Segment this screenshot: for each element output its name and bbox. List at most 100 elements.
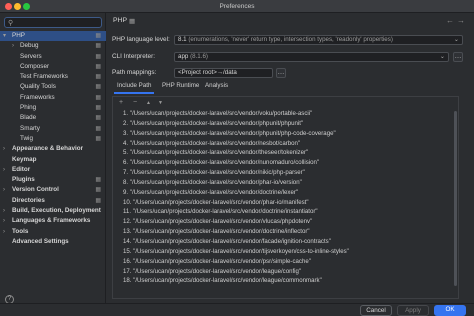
interpreter-browse-button[interactable]: … <box>453 52 463 62</box>
settings-sidebar: ⚲ ▾ PHP ▦ › Debug ▦ Servers ▦ Composer ▦ Test Fram… <box>0 13 106 304</box>
include-path-panel: + − ▲ ▼ 1. "/Users/ucan/projects/docker-… <box>112 96 459 299</box>
sidebar-item-label: Blade <box>20 114 37 122</box>
forward-arrow-icon[interactable]: → <box>457 16 465 25</box>
sidebar-item[interactable]: › Build, Execution, Deployment <box>0 206 106 216</box>
project-settings-icon: ▦ <box>95 187 101 194</box>
chevron-down-icon: ⌄ <box>439 53 445 60</box>
ok-button[interactable]: OK <box>434 305 466 316</box>
chevron-icon[interactable]: › <box>3 206 5 216</box>
project-settings-icon: ▦ <box>95 94 101 101</box>
window-title: Preferences <box>219 3 255 10</box>
list-item[interactable]: 6. "/Users/ucan/projects/docker-laravel/… <box>113 158 458 168</box>
remove-icon[interactable]: − <box>133 99 137 106</box>
add-icon[interactable]: + <box>119 99 123 106</box>
sidebar-item[interactable]: Quality Tools ▦ <box>0 82 106 92</box>
sidebar-item-label: Keymap <box>12 155 37 163</box>
project-settings-icon: ▦ <box>95 105 101 112</box>
project-settings-icon: ▦ <box>95 63 101 70</box>
project-settings-icon: ▦ <box>95 177 101 184</box>
sidebar-item-label: Composer <box>20 62 50 70</box>
vertical-scrollbar[interactable] <box>454 111 457 286</box>
list-item[interactable]: 16. "/Users/ucan/projects/docker-laravel… <box>113 257 458 267</box>
move-up-icon[interactable]: ▲ <box>146 100 151 106</box>
sidebar-item-label: Frameworks <box>20 93 55 101</box>
sidebar-item[interactable]: Blade ▦ <box>0 113 106 123</box>
list-item[interactable]: 14. "/Users/ucan/projects/docker-laravel… <box>113 237 458 247</box>
settings-search-input[interactable]: ⚲ <box>4 17 102 28</box>
list-item[interactable]: 17. "/Users/ucan/projects/docker-laravel… <box>113 267 458 277</box>
sidebar-item[interactable]: Phing ▦ <box>0 103 106 113</box>
back-arrow-icon[interactable]: ← <box>446 16 454 25</box>
chevron-icon[interactable]: › <box>3 227 5 237</box>
sidebar-item-label: Directories <box>12 196 45 204</box>
list-item[interactable]: 11. "/Users/ucan/projects/docker-laravel… <box>113 207 458 217</box>
chevron-icon[interactable]: › <box>12 41 14 51</box>
chevron-icon[interactable]: › <box>3 144 5 154</box>
list-item[interactable]: 4. "/Users/ucan/projects/docker-laravel/… <box>113 139 458 149</box>
sidebar-item[interactable]: › Tools <box>0 227 106 237</box>
sidebar-item[interactable]: Twig ▦ <box>0 134 106 144</box>
path-mappings-field[interactable]: <Project root>→/data <box>174 68 273 78</box>
sidebar-item[interactable]: › Debug ▦ <box>0 41 106 51</box>
sidebar-item[interactable]: Servers ▦ <box>0 52 106 62</box>
project-settings-icon: ▦ <box>95 84 101 91</box>
sidebar-item[interactable]: Plugins ▦ <box>0 175 106 185</box>
sidebar-item-label: Debug <box>20 42 39 50</box>
list-item[interactable]: 10. "/Users/ucan/projects/docker-laravel… <box>113 198 458 208</box>
apply-button[interactable]: Apply <box>397 305 429 316</box>
list-item[interactable]: 7. "/Users/ucan/projects/docker-laravel/… <box>113 168 458 178</box>
project-settings-icon: ▦ <box>95 197 101 204</box>
chevron-icon[interactable]: › <box>3 185 5 195</box>
tab-analysis[interactable]: Analysis <box>205 82 228 89</box>
chevron-icon[interactable]: ▾ <box>3 31 6 41</box>
list-item[interactable]: 2. "/Users/ucan/projects/docker-laravel/… <box>113 119 458 129</box>
sidebar-item[interactable]: › Editor <box>0 165 106 175</box>
cli-interpreter-value: app <box>178 53 189 60</box>
list-item[interactable]: 8. "/Users/ucan/projects/docker-laravel/… <box>113 178 458 188</box>
chevron-icon[interactable]: › <box>3 216 5 226</box>
project-settings-icon: ▦ <box>95 33 101 39</box>
sidebar-item[interactable]: Keymap <box>0 155 106 165</box>
project-settings-icon: ▦ <box>95 53 101 60</box>
cli-interpreter-label: CLI Interpreter: <box>112 53 155 60</box>
sidebar-item-label: Twig <box>20 134 33 142</box>
list-item[interactable]: 15. "/Users/ucan/projects/docker-laravel… <box>113 247 458 257</box>
php-language-level-select[interactable]: 8.1 (enumerations, 'never' return type, … <box>174 35 463 45</box>
sidebar-item[interactable]: Smarty ▦ <box>0 124 106 134</box>
path-mappings-browse-button[interactable]: … <box>276 68 286 78</box>
list-item[interactable]: 9. "/Users/ucan/projects/docker-laravel/… <box>113 188 458 198</box>
include-path-list: 1. "/Users/ucan/projects/docker-laravel/… <box>113 109 458 299</box>
sidebar-item[interactable]: › Version Control ▦ <box>0 185 106 195</box>
move-down-icon[interactable]: ▼ <box>158 100 163 106</box>
list-item[interactable]: 13. "/Users/ucan/projects/docker-laravel… <box>113 227 458 237</box>
list-item[interactable]: 1. "/Users/ucan/projects/docker-laravel/… <box>113 109 458 119</box>
sidebar-item[interactable]: Test Frameworks ▦ <box>0 72 106 82</box>
sidebar-item[interactable]: › Appearance & Behavior <box>0 144 106 154</box>
cli-interpreter-select[interactable]: app (8.1.6) ⌄ <box>174 52 449 62</box>
php-language-level-label: PHP language level: <box>112 36 170 43</box>
sidebar-item[interactable]: Advanced Settings <box>0 237 106 247</box>
cancel-button[interactable]: Cancel <box>360 305 392 316</box>
sidebar-item-label: Languages & Frameworks <box>12 217 91 225</box>
sidebar-item[interactable]: Directories ▦ <box>0 196 106 206</box>
sidebar-item[interactable]: › Languages & Frameworks <box>0 216 106 226</box>
tab-include-path[interactable]: Include Path <box>113 82 155 94</box>
list-item[interactable]: 18. "/Users/ucan/projects/docker-laravel… <box>113 276 458 286</box>
chevron-icon[interactable]: › <box>3 165 5 175</box>
settings-content: PHP ▦ ← → PHP language level: 8.1 (enume… <box>107 13 474 303</box>
list-item[interactable]: 5. "/Users/ucan/projects/docker-laravel/… <box>113 148 458 158</box>
list-item[interactable]: 12. "/Users/ucan/projects/docker-laravel… <box>113 217 458 227</box>
path-mappings-value: <Project root>→/data <box>178 69 237 76</box>
search-icon: ⚲ <box>8 20 14 27</box>
sidebar-item-label: Advanced Settings <box>12 237 69 245</box>
tab-php-runtime[interactable]: PHP Runtime <box>162 82 199 89</box>
sidebar-item-label: Version Control <box>12 186 59 194</box>
sidebar-item-label: Quality Tools <box>20 83 56 91</box>
project-settings-icon: ▦ <box>95 125 101 132</box>
sidebar-item[interactable]: Frameworks ▦ <box>0 93 106 103</box>
php-language-level-hint: (enumerations, 'never' return type, inte… <box>188 36 393 43</box>
sidebar-item[interactable]: ▾ PHP ▦ <box>0 31 106 42</box>
project-settings-icon: ▦ <box>95 135 101 142</box>
list-item[interactable]: 3. "/Users/ucan/projects/docker-laravel/… <box>113 129 458 139</box>
sidebar-item[interactable]: Composer ▦ <box>0 62 106 72</box>
